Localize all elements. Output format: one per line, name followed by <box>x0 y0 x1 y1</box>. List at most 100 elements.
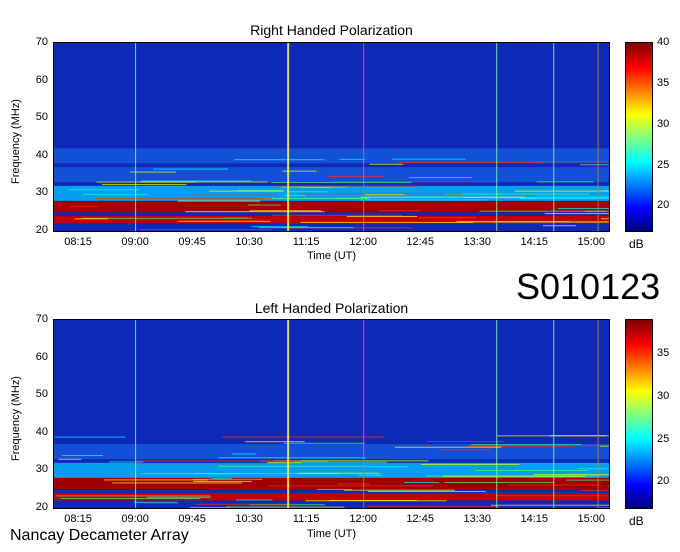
y-tick-label: 30 <box>35 463 48 476</box>
colorbar-left <box>625 319 653 509</box>
y-tick-label: 60 <box>35 350 48 363</box>
vertical-line <box>553 320 555 508</box>
speckle <box>584 210 606 212</box>
y-tick-label: 20 <box>35 224 48 236</box>
speckle <box>444 193 591 195</box>
speckle <box>491 504 609 506</box>
speckle <box>177 200 261 202</box>
speckle <box>62 455 103 457</box>
speckle <box>192 478 263 480</box>
vertical-line <box>287 320 290 508</box>
vertical-line <box>496 43 498 231</box>
spectrogram-left-canvas <box>54 320 609 508</box>
speckle <box>74 218 108 220</box>
vertical-line <box>363 320 365 508</box>
speckle <box>590 196 609 198</box>
x-tick-label: 09:00 <box>121 513 149 525</box>
speckle <box>231 453 257 455</box>
speckle <box>369 163 404 165</box>
speckle <box>420 463 520 465</box>
speckle <box>337 483 370 485</box>
speckle <box>300 193 462 195</box>
speckle <box>577 468 609 470</box>
speckle <box>69 206 99 208</box>
y-tick-label: 40 <box>35 148 48 161</box>
speckle <box>583 444 609 446</box>
y-tick-label: 50 <box>35 111 48 124</box>
colorbar-tick-label: 30 <box>657 389 670 402</box>
speckle <box>368 466 409 468</box>
spectrogram-right <box>53 42 610 232</box>
speckle <box>359 199 487 201</box>
x-tick-label: 08:15 <box>64 236 92 248</box>
colorbar-tick-label: 20 <box>657 199 670 212</box>
vertical-line <box>135 320 137 508</box>
vertical-line <box>287 43 290 231</box>
y-axis-label-left: Frequency (MHz) <box>10 376 22 461</box>
speckle <box>403 482 439 484</box>
spectrogram-left <box>53 319 610 509</box>
speckle <box>222 216 248 218</box>
speckle <box>236 499 273 501</box>
speckle <box>249 210 322 212</box>
y-tick-label: 30 <box>35 186 48 199</box>
speckle <box>61 497 201 499</box>
speckle <box>392 158 466 160</box>
speckle <box>468 445 599 447</box>
speckle <box>217 465 368 467</box>
colorbar-unit-left: dB <box>629 514 644 528</box>
x-tick-label: 09:45 <box>178 513 206 525</box>
speckle <box>557 208 609 210</box>
speckle <box>196 503 296 505</box>
speckle <box>438 449 491 451</box>
colorbar-tick-label: 40 <box>657 36 670 48</box>
speckle <box>129 171 177 173</box>
speckle <box>251 226 309 228</box>
speckle <box>580 164 609 166</box>
vertical-line <box>363 43 365 231</box>
speckle <box>146 496 212 498</box>
speckle <box>361 196 526 198</box>
speckle <box>293 461 388 463</box>
colorbar-tick-label: 30 <box>657 117 670 130</box>
strong-band <box>54 200 609 213</box>
speckle <box>442 475 586 477</box>
speckle <box>426 441 505 443</box>
chart-title-right: Right Handed Polarization <box>250 22 413 38</box>
speckle <box>515 190 609 192</box>
speckle <box>519 197 609 199</box>
x-tick-label: 13:30 <box>463 513 491 525</box>
speckle <box>367 490 486 492</box>
speckle <box>218 457 366 459</box>
speckle <box>542 225 577 227</box>
speckle <box>143 502 179 504</box>
speckle <box>185 211 325 213</box>
speckle <box>248 204 282 206</box>
moderate-band <box>54 167 609 183</box>
speckle <box>208 190 285 192</box>
x-tick-label: 11:15 <box>292 236 320 248</box>
speckle <box>536 181 594 183</box>
vertical-line <box>135 43 137 231</box>
y-axis-label-right: Frequency (MHz) <box>10 99 22 184</box>
colorbar-tick-label: 25 <box>657 432 670 445</box>
speckle <box>365 194 404 196</box>
speckle <box>608 485 609 487</box>
x-tick-label: 13:30 <box>463 236 491 248</box>
speckle <box>298 472 380 474</box>
speckle <box>112 482 243 484</box>
speckle <box>276 185 419 187</box>
colorbar-tick-label: 25 <box>657 158 670 171</box>
speckle <box>101 184 187 186</box>
speckle <box>455 220 570 222</box>
speckle <box>305 500 447 502</box>
speckle <box>55 436 126 438</box>
colorbar-unit-right: dB <box>629 237 644 251</box>
speckle <box>358 474 382 476</box>
x-tick-label: 15:00 <box>577 236 606 248</box>
moderate-band <box>54 148 609 164</box>
speckle <box>263 197 370 199</box>
speckle <box>95 197 272 199</box>
speckle <box>394 446 502 448</box>
y-tick-label: 20 <box>35 501 48 513</box>
